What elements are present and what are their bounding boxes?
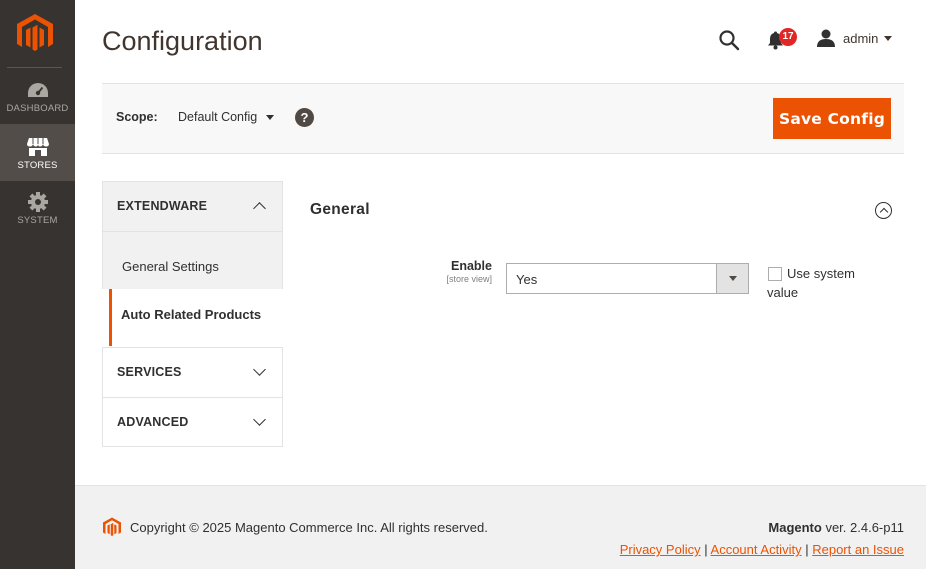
config-tabs-nav: EXTENDWARE General Settings Auto Related…	[102, 181, 283, 447]
tab-group-title: EXTENDWARE	[117, 199, 208, 213]
page-title: Configuration	[102, 26, 263, 56]
search-icon[interactable]	[718, 29, 740, 51]
sidebar-item-label: STORES	[17, 160, 58, 171]
logo-divider	[7, 67, 62, 68]
chevron-down-icon	[253, 363, 266, 376]
magento-logo-icon[interactable]	[17, 14, 53, 54]
user-icon	[817, 29, 835, 47]
user-menu[interactable]: admin	[817, 28, 893, 48]
scope-value: Default Config	[178, 110, 258, 124]
notifications-count-badge[interactable]: 17	[779, 28, 797, 46]
store-icon	[26, 138, 49, 156]
page-footer: Copyright © 2025 Magento Commerce Inc. A…	[75, 485, 926, 569]
sidebar-item-label: SYSTEM	[17, 215, 58, 226]
save-config-button[interactable]: Save Config	[773, 98, 891, 139]
sidebar-item-system[interactable]: SYSTEM	[0, 181, 75, 231]
copyright-text: Copyright © 2025 Magento Commerce Inc. A…	[130, 520, 488, 535]
tab-auto-related-products[interactable]: Auto Related Products	[102, 289, 283, 347]
link-separator: |	[704, 542, 708, 557]
tab-group-advanced[interactable]: ADVANCED	[102, 397, 283, 447]
chevron-down-icon	[266, 114, 275, 120]
scope-switcher[interactable]: Default Config	[178, 110, 275, 124]
privacy-policy-link[interactable]: Privacy Policy	[620, 542, 701, 557]
footer-links: Privacy Policy | Account Activity | Repo…	[620, 542, 904, 557]
tab-group-services[interactable]: SERVICES	[102, 347, 283, 397]
scope-label: Scope:	[116, 110, 158, 124]
collapse-section-icon[interactable]	[875, 202, 892, 219]
section-title[interactable]: General	[310, 201, 370, 219]
enable-select[interactable]: Yes	[506, 263, 749, 294]
select-arrow-icon	[716, 264, 748, 293]
version-number: ver. 2.4.6-p11	[821, 520, 904, 535]
field-label: Enable	[451, 259, 492, 273]
version-text: Magento ver. 2.4.6-p11	[768, 520, 904, 535]
active-tab-indicator	[109, 289, 112, 346]
enable-field-label: Enable [store view]	[446, 259, 492, 284]
help-icon[interactable]: ?	[295, 108, 314, 127]
user-name: admin	[843, 30, 879, 46]
gear-icon	[27, 192, 48, 212]
tab-label: General Settings	[122, 259, 219, 274]
select-value: Yes	[516, 272, 538, 287]
admin-sidebar: DASHBOARD STORES SYSTEM	[0, 0, 75, 569]
brand-name: Magento	[768, 520, 822, 535]
dashboard-icon	[27, 83, 48, 97]
field-scope-hint: [store view]	[446, 274, 492, 284]
tab-group-title: SERVICES	[117, 365, 182, 379]
tab-label: Auto Related Products	[121, 307, 262, 322]
report-issue-link[interactable]: Report an Issue	[812, 542, 904, 557]
chevron-down-icon	[253, 413, 266, 426]
sidebar-item-label: DASHBOARD	[6, 103, 69, 114]
magento-logo-icon	[103, 517, 121, 536]
use-system-value-label[interactable]: Use system value	[767, 264, 877, 302]
sidebar-item-stores[interactable]: STORES	[0, 124, 75, 181]
tab-group-extendware[interactable]: EXTENDWARE	[102, 181, 283, 231]
chevron-down-icon	[884, 35, 893, 41]
account-activity-link[interactable]: Account Activity	[711, 542, 802, 557]
scope-bar: Scope: Default Config ? Save Config	[102, 83, 904, 154]
link-separator: |	[805, 542, 809, 557]
tab-group-title: ADVANCED	[117, 415, 189, 429]
tab-general-settings[interactable]: General Settings	[102, 231, 283, 289]
sidebar-item-dashboard[interactable]: DASHBOARD	[0, 80, 75, 124]
chevron-up-icon	[253, 202, 266, 215]
